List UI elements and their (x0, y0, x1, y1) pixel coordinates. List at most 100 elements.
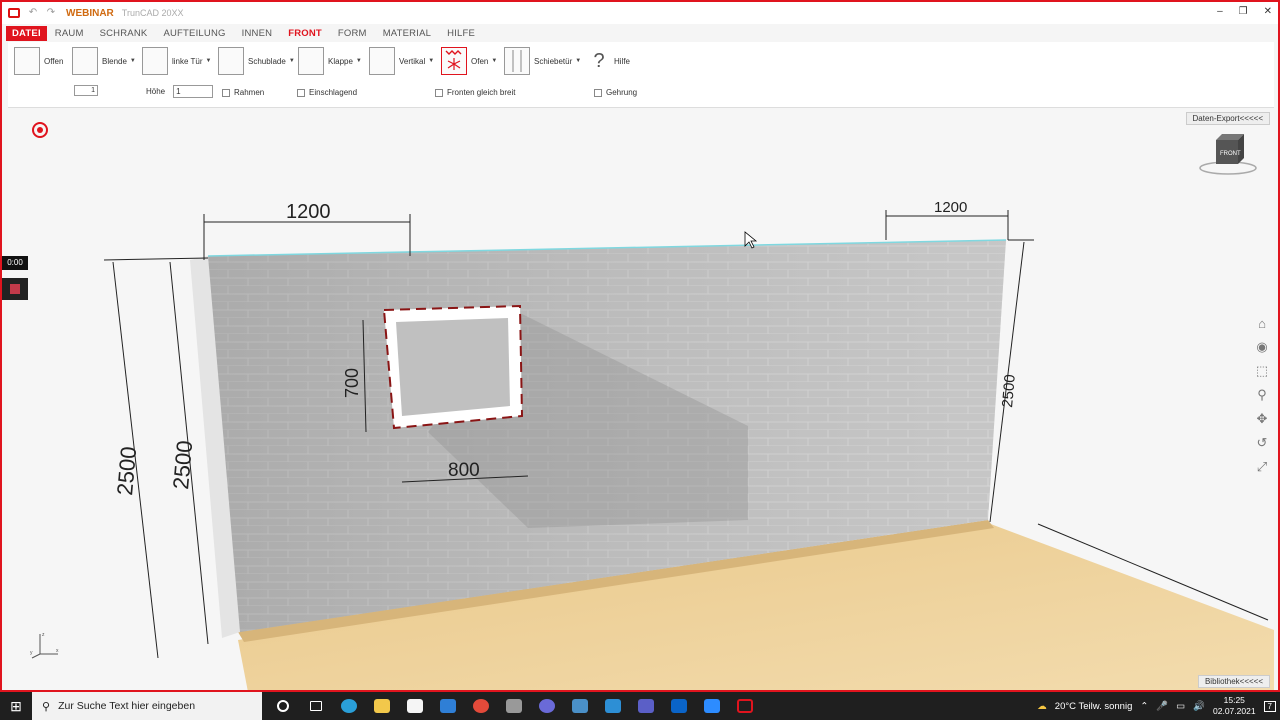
orbit-icon[interactable]: ◉ (1256, 339, 1267, 355)
axis-y-label: y (30, 650, 33, 656)
offen-icon (14, 47, 40, 75)
schublade-button[interactable]: Schublade ▼ (218, 46, 295, 76)
close-button[interactable]: ✕ (1264, 6, 1272, 17)
klappe-button[interactable]: Klappe ▼ (298, 46, 362, 76)
windows-start-icon[interactable]: ⊞ (0, 692, 32, 720)
notes-icon[interactable] (596, 692, 629, 720)
redo-icon[interactable]: ↷ (46, 8, 56, 18)
pan-icon[interactable]: ✥ (1257, 411, 1268, 427)
offen-button[interactable]: Offen (14, 46, 63, 76)
menu-front[interactable]: FRONT (280, 28, 330, 39)
dim-left-inner: 2500 (168, 439, 197, 490)
stop-recording-button[interactable] (2, 278, 28, 300)
windows-taskbar: ⊞ ⚲ Zur Suche Text hier eingeben ☁ 20°C … (0, 692, 1280, 720)
visibility-icon[interactable] (32, 122, 48, 138)
clock[interactable]: 15:25 02.07.2021 (1213, 695, 1256, 717)
schiebetuer-button[interactable]: Schiebetür ▼ (504, 46, 581, 76)
count-stepper[interactable]: 1 (74, 85, 98, 96)
schublade-label: Schublade (248, 56, 286, 66)
rahmen-checkbox[interactable]: Rahmen (222, 88, 264, 97)
zoom-window-icon[interactable]: ⬚ (1256, 363, 1268, 379)
fit-icon[interactable]: ⤢ (1257, 459, 1267, 475)
network-icon[interactable]: ▭ (1176, 701, 1185, 712)
wall-window[interactable] (382, 304, 524, 430)
count-value[interactable]: 1 (74, 85, 98, 96)
menu-hilfe[interactable]: HILFE (439, 28, 483, 39)
gehrung-check[interactable] (594, 88, 602, 97)
notifications-icon[interactable]: 7 (1263, 700, 1276, 712)
vertikal-label: Vertikal (399, 56, 426, 66)
rahmen-check[interactable] (222, 88, 230, 97)
teams-icon[interactable] (629, 692, 662, 720)
help-icon: ? (593, 50, 605, 72)
gehrung-checkbox[interactable]: Gehrung (594, 88, 637, 97)
tools-icon[interactable] (497, 692, 530, 720)
hoehe-input[interactable]: 1 (173, 85, 214, 98)
vertikal-button[interactable]: Vertikal ▼ (369, 46, 434, 76)
truncad-icon[interactable] (728, 692, 761, 720)
taskbar-apps (266, 692, 761, 720)
microphone-icon[interactable]: 🎤 (1156, 701, 1168, 712)
fronten-gleich-breit-check[interactable] (435, 88, 443, 97)
chrome-icon[interactable] (464, 692, 497, 720)
menu-material[interactable]: MATERIAL (375, 28, 439, 39)
oven-icon (441, 47, 467, 75)
recording-timer: 0:00 (2, 256, 28, 270)
taskbar-search[interactable]: ⚲ Zur Suche Text hier eingeben (32, 692, 262, 720)
volume-icon[interactable]: 🔊 (1193, 701, 1205, 712)
cortana-icon[interactable] (266, 692, 299, 720)
linke-tuer-button[interactable]: linke Tür ▼ (142, 46, 211, 76)
3d-viewport[interactable]: 1200 1200 2500 2500 2500 700 800 Daten-E… (8, 110, 1274, 690)
menu-raum[interactable]: RAUM (47, 28, 92, 39)
menu-aufteilung[interactable]: AUFTEILUNG (155, 28, 233, 39)
calculator-icon[interactable] (563, 692, 596, 720)
chevron-down-icon[interactable]: ▼ (206, 58, 212, 64)
app-logo-icon[interactable] (8, 8, 20, 18)
maximize-button[interactable]: ❐ (1239, 6, 1248, 17)
dim-window-width: 800 (448, 460, 480, 481)
chevron-down-icon[interactable]: ▼ (289, 58, 295, 64)
clock-time: 15:25 (1223, 695, 1245, 705)
chevron-down-icon[interactable]: ▼ (428, 58, 434, 64)
chevron-down-icon[interactable]: ▼ (491, 58, 497, 64)
settings-icon[interactable] (530, 692, 563, 720)
tray-chevron-icon[interactable]: ⌃ (1140, 701, 1148, 712)
data-export-button[interactable]: Daten-Export<<<<< (1185, 112, 1270, 125)
menu-schrank[interactable]: SCHRANK (92, 28, 156, 39)
blende-button[interactable]: Blende ▼ (72, 46, 136, 76)
rotate-icon[interactable]: ↺ (1257, 435, 1268, 451)
task-view-icon[interactable] (299, 692, 332, 720)
menu-form[interactable]: FORM (330, 28, 375, 39)
einschlagend-checkbox[interactable]: Einschlagend (297, 88, 357, 97)
hilfe-button[interactable]: ? Hilfe (588, 46, 630, 76)
dim-window-height: 700 (342, 368, 362, 398)
zoom-icon[interactable]: ⚲ (1257, 387, 1267, 403)
file-explorer-icon[interactable] (365, 692, 398, 720)
hoehe-field: Höhe 1 (146, 85, 214, 98)
menu-datei[interactable]: DATEI (6, 25, 47, 41)
home-icon[interactable]: ⌂ (1258, 316, 1266, 331)
navigation-cube[interactable]: FRONT (1198, 130, 1258, 178)
chevron-down-icon[interactable]: ▼ (356, 58, 362, 64)
blende-label: Blende (102, 56, 127, 66)
minimize-button[interactable]: – (1217, 6, 1223, 17)
menu-innen[interactable]: INNEN (234, 28, 281, 39)
outlook-icon[interactable] (662, 692, 695, 720)
chevron-down-icon[interactable]: ▼ (130, 58, 136, 64)
flap-icon (298, 47, 324, 75)
undo-icon[interactable]: ↶ (28, 8, 38, 18)
chevron-down-icon[interactable]: ▼ (575, 58, 581, 64)
mail-icon[interactable] (431, 692, 464, 720)
library-button[interactable]: Bibliothek<<<<< (1197, 675, 1270, 688)
system-tray: ☁ 20°C Teilw. sonnig ⌃ 🎤 ▭ 🔊 15:25 02.07… (1037, 692, 1276, 720)
edge-icon[interactable] (332, 692, 365, 720)
zoom-app-icon[interactable] (695, 692, 728, 720)
drawer-icon (218, 47, 244, 75)
ofen-button[interactable]: Ofen ▼ (441, 46, 497, 76)
weather-text[interactable]: 20°C Teilw. sonnig (1055, 701, 1133, 712)
einschlagend-check[interactable] (297, 88, 305, 97)
fronten-gleich-breit-checkbox[interactable]: Fronten gleich breit (435, 88, 515, 97)
gehrung-label: Gehrung (606, 88, 638, 97)
dim-left-outer: 2500 (112, 445, 141, 496)
store-icon[interactable] (398, 692, 431, 720)
